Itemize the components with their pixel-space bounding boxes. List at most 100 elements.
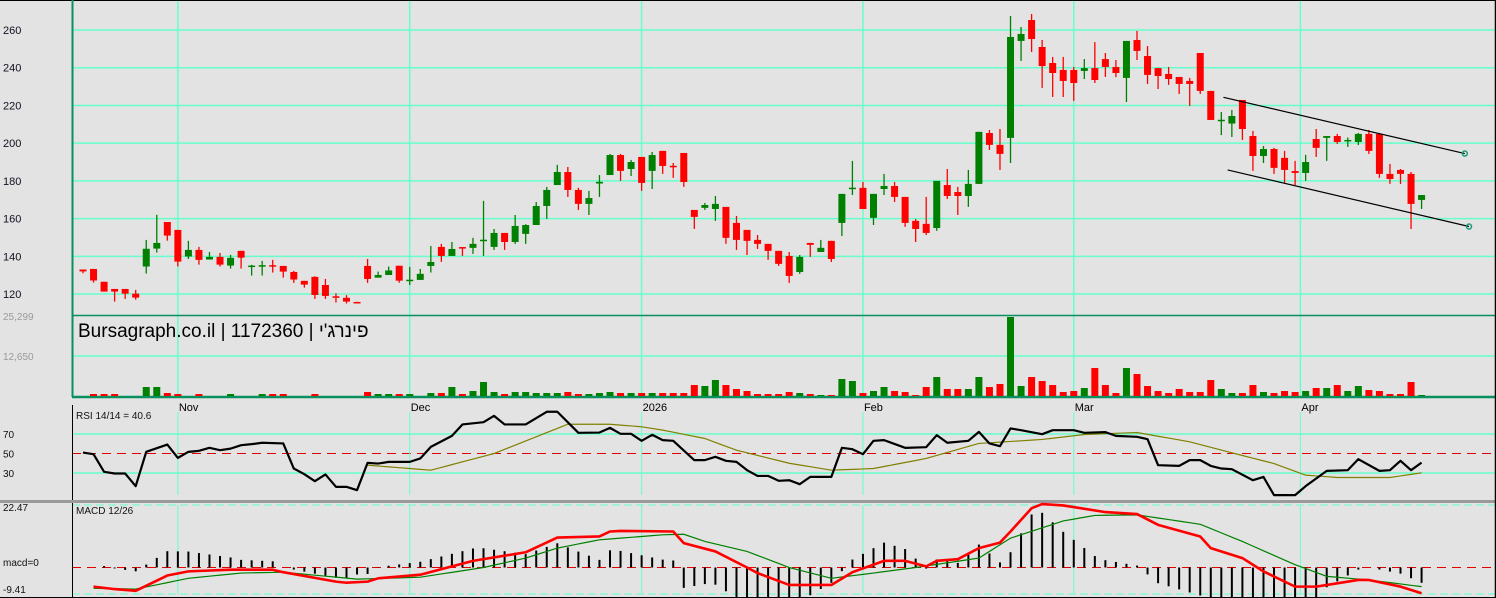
candle[interactable] xyxy=(153,214,161,253)
candle[interactable] xyxy=(627,159,635,176)
candle[interactable] xyxy=(490,228,498,250)
candle[interactable] xyxy=(300,280,308,288)
candle[interactable] xyxy=(448,241,456,256)
candle[interactable] xyxy=(870,193,877,226)
candle[interactable] xyxy=(1101,53,1109,77)
candle[interactable] xyxy=(1049,56,1057,97)
candle[interactable] xyxy=(817,239,825,252)
candle[interactable] xyxy=(901,196,909,227)
candle[interactable] xyxy=(111,288,119,302)
candle[interactable] xyxy=(775,250,783,266)
candle[interactable] xyxy=(954,186,962,216)
candle[interactable] xyxy=(1323,135,1331,161)
candle[interactable] xyxy=(1144,46,1152,84)
candle[interactable] xyxy=(290,270,298,283)
candle[interactable] xyxy=(1154,68,1162,90)
candle[interactable] xyxy=(142,239,150,274)
candle[interactable] xyxy=(522,224,530,244)
candle[interactable] xyxy=(574,187,582,210)
candle[interactable] xyxy=(174,229,182,267)
candle[interactable] xyxy=(1091,42,1099,83)
candle[interactable] xyxy=(796,254,804,274)
candle[interactable] xyxy=(480,200,488,256)
candle[interactable] xyxy=(722,206,730,244)
candle[interactable] xyxy=(711,195,719,221)
candle[interactable] xyxy=(311,276,319,299)
candle[interactable] xyxy=(943,168,951,199)
candle[interactable] xyxy=(1259,145,1267,163)
candle[interactable] xyxy=(648,152,656,189)
candle[interactable] xyxy=(690,209,698,229)
candle[interactable] xyxy=(669,162,677,178)
candle[interactable] xyxy=(427,245,435,273)
candle[interactable] xyxy=(891,182,899,203)
candle[interactable] xyxy=(659,150,667,174)
candle[interactable] xyxy=(764,243,772,260)
candle[interactable] xyxy=(353,301,361,304)
candle[interactable] xyxy=(532,202,540,226)
candle[interactable] xyxy=(258,260,266,276)
candle[interactable] xyxy=(1017,26,1025,61)
candle[interactable] xyxy=(395,265,403,283)
candle[interactable] xyxy=(248,264,256,276)
candle[interactable] xyxy=(595,175,603,197)
candle[interactable] xyxy=(458,247,466,256)
candle[interactable] xyxy=(195,246,203,265)
candle[interactable] xyxy=(163,221,171,241)
candle[interactable] xyxy=(933,180,941,231)
candle[interactable] xyxy=(996,129,1004,170)
panel-separator[interactable] xyxy=(0,500,1496,503)
candle[interactable] xyxy=(827,240,835,262)
candle[interactable] xyxy=(606,153,614,176)
candle[interactable] xyxy=(279,265,287,278)
candle[interactable] xyxy=(553,164,561,186)
candle[interactable] xyxy=(1175,76,1183,94)
candle[interactable] xyxy=(1007,16,1015,163)
candle[interactable] xyxy=(406,266,414,285)
candle[interactable] xyxy=(1059,56,1067,97)
candle[interactable] xyxy=(1028,13,1036,53)
candle[interactable] xyxy=(912,218,920,242)
candle[interactable] xyxy=(1270,147,1278,174)
candle[interactable] xyxy=(437,243,445,262)
candle[interactable] xyxy=(1375,133,1383,178)
candle[interactable] xyxy=(564,166,572,197)
candle[interactable] xyxy=(1038,39,1046,88)
candle[interactable] xyxy=(975,131,983,184)
candle[interactable] xyxy=(374,271,382,278)
candle[interactable] xyxy=(1312,129,1320,157)
candle[interactable] xyxy=(100,281,108,292)
candle[interactable] xyxy=(806,242,814,257)
candle[interactable] xyxy=(701,202,709,210)
candle[interactable] xyxy=(321,278,329,299)
candle[interactable] xyxy=(638,156,646,191)
candle[interactable] xyxy=(79,269,87,274)
candle[interactable] xyxy=(1217,112,1225,136)
trendlines[interactable] xyxy=(1223,96,1473,230)
candle[interactable] xyxy=(985,129,993,150)
candle[interactable] xyxy=(385,266,393,275)
candle[interactable] xyxy=(743,229,751,255)
candle[interactable] xyxy=(1080,59,1088,80)
candle[interactable] xyxy=(785,251,793,283)
candle[interactable] xyxy=(1133,30,1141,60)
candle[interactable] xyxy=(1302,154,1310,181)
candle[interactable] xyxy=(90,268,98,283)
candle[interactable] xyxy=(1238,99,1246,140)
candle[interactable] xyxy=(269,259,277,273)
candle[interactable] xyxy=(1397,168,1404,184)
candle[interactable] xyxy=(1196,53,1204,94)
candle[interactable] xyxy=(1281,150,1289,183)
candle[interactable] xyxy=(216,252,224,267)
candle[interactable] xyxy=(1165,66,1173,85)
candle[interactable] xyxy=(1122,40,1130,103)
candle[interactable] xyxy=(364,258,372,283)
candle[interactable] xyxy=(680,152,688,187)
candle[interactable] xyxy=(585,190,593,216)
candle[interactable] xyxy=(732,215,740,250)
candle[interactable] xyxy=(1112,59,1120,78)
candle[interactable] xyxy=(132,289,140,300)
candle[interactable] xyxy=(838,193,846,236)
candle[interactable] xyxy=(1249,130,1257,171)
candle[interactable] xyxy=(1418,195,1426,209)
